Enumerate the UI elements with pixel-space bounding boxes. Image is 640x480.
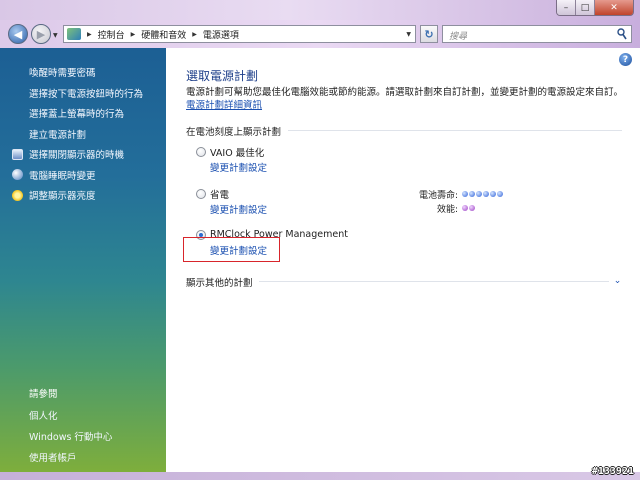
rating-dot — [490, 191, 496, 197]
see-also-title: 請參閱 — [29, 389, 58, 400]
plan-stats: 電池壽命: 效能: — [396, 187, 504, 215]
change-plan-settings-link[interactable]: 變更計劃設定 — [210, 160, 596, 174]
task-label: 選擇關閉顯示器的時機 — [29, 150, 125, 162]
task-create-power-plan[interactable]: 建立電源計劃 — [0, 124, 166, 145]
power-plan-details-link[interactable]: 電源計劃詳細資訊 — [186, 100, 262, 111]
back-button[interactable]: ◀ — [8, 24, 28, 44]
section-label-battery-meter: 在電池刻度上顯示計劃 — [186, 127, 282, 138]
close-button[interactable]: ✕ — [595, 0, 633, 15]
window-controls: – □ ✕ — [556, 0, 634, 16]
show-more-plans[interactable]: 顯示其他的計劃 — [186, 275, 253, 289]
battery-life-rating — [462, 191, 504, 197]
task-list: 喚醒時需要密碼 選擇按下電源按鈕時的行為 選擇蓋上螢幕時的行為 建立電源計劃 選… — [0, 62, 166, 206]
search-icon[interactable] — [617, 28, 627, 40]
section-divider — [288, 130, 622, 131]
search-box[interactable]: 搜尋 — [442, 25, 632, 43]
highlight-annotation — [183, 237, 280, 262]
plan-radio-vaio[interactable] — [196, 146, 206, 157]
help-icon[interactable]: ? — [619, 53, 632, 66]
monitor-icon — [12, 148, 23, 160]
rating-dot — [483, 191, 489, 197]
main-content: ? 選取電源計劃 電源計劃可幫助您最佳化電腦效能或節約能源。請選取計劃來自訂計劃… — [166, 48, 640, 472]
task-power-button-action[interactable]: 選擇按下電源按鈕時的行為 — [0, 83, 166, 104]
navigation-bar: ◀ ▶ ▼ ▶ 控制台 ▶ 硬體和音效 ▶ 電源選項 ▼ ↻ 搜尋 — [0, 20, 640, 48]
performance-row: 效能: — [396, 201, 504, 215]
task-adjust-brightness[interactable]: 調整顯示器亮度 — [0, 185, 166, 206]
address-bar[interactable]: ▶ 控制台 ▶ 硬體和音效 ▶ 電源選項 ▼ — [63, 25, 416, 43]
forward-button[interactable]: ▶ — [31, 24, 51, 44]
maximize-button[interactable]: □ — [576, 0, 595, 15]
chevron-down-icon[interactable]: ⌄ — [612, 275, 623, 286]
rating-dot — [469, 191, 475, 197]
breadcrumb-separator[interactable]: ▶ — [87, 31, 92, 38]
task-lid-close-action[interactable]: 選擇蓋上螢幕時的行為 — [0, 103, 166, 124]
see-also-personalization[interactable]: 個人化 — [0, 404, 166, 425]
see-also-mobility-center[interactable]: Windows 行動中心 — [0, 425, 166, 446]
window-bottom-border — [0, 472, 640, 480]
breadcrumb-control-panel[interactable]: 控制台 — [98, 28, 125, 41]
task-sleep-settings[interactable]: 電腦睡眠時變更 — [0, 165, 166, 186]
plan-radio-power-saver[interactable] — [196, 188, 206, 199]
performance-label: 效能: — [436, 204, 458, 215]
plan-name: VAIO 最佳化 — [210, 147, 265, 159]
rating-dot — [476, 191, 482, 197]
rating-dot — [462, 191, 468, 197]
minimize-button[interactable]: – — [557, 0, 576, 15]
breadcrumb-power-options[interactable]: 電源選項 — [203, 28, 239, 41]
description-text: 電源計劃可幫助您最佳化電腦效能或節約能源。請選取計劃來自訂計劃，並變更計劃的電源… — [186, 87, 624, 98]
title-bar: – □ ✕ — [0, 0, 640, 20]
control-panel-icon — [67, 28, 81, 40]
section-divider — [259, 281, 609, 282]
breadcrumb-separator[interactable]: ▶ — [192, 31, 197, 38]
moon-icon — [12, 169, 23, 181]
battery-life-row: 電池壽命: — [396, 187, 504, 201]
plan-name: 省電 — [210, 189, 230, 201]
task-label: 電腦睡眠時變更 — [29, 170, 96, 182]
search-placeholder: 搜尋 — [449, 32, 468, 42]
battery-life-label: 電池壽命: — [418, 190, 458, 201]
address-dropdown-icon[interactable]: ▼ — [406, 31, 411, 38]
rating-dot — [469, 205, 475, 211]
plan-item: VAIO 最佳化 變更計劃設定 — [196, 145, 596, 174]
task-require-password[interactable]: 喚醒時需要密碼 — [0, 62, 166, 83]
back-arrow-icon: ◀ — [13, 27, 23, 41]
breadcrumb-separator[interactable]: ▶ — [131, 31, 136, 38]
rating-dot — [497, 191, 503, 197]
refresh-button[interactable]: ↻ — [420, 25, 438, 43]
page-title: 選取電源計劃 — [186, 69, 259, 83]
task-pane: 喚醒時需要密碼 選擇按下電源按鈕時的行為 選擇蓋上螢幕時的行為 建立電源計劃 選… — [0, 48, 166, 472]
watermark: #133921 — [591, 466, 634, 477]
rating-dot — [462, 205, 468, 211]
see-also-section: 請參閱 個人化 Windows 行動中心 使用者帳戶 — [0, 382, 166, 467]
task-turn-off-display[interactable]: 選擇關閉顯示器的時機 — [0, 144, 166, 165]
recent-pages-dropdown[interactable]: ▼ — [53, 32, 58, 39]
task-label: 調整顯示器亮度 — [29, 191, 96, 203]
breadcrumb-hardware-sound[interactable]: 硬體和音效 — [141, 28, 186, 41]
see-also-user-accounts[interactable]: 使用者帳戶 — [0, 446, 166, 467]
forward-arrow-icon: ▶ — [36, 27, 46, 41]
page-description: 電源計劃可幫助您最佳化電腦效能或節約能源。請選取計劃來自訂計劃，並變更計劃的電源… — [186, 86, 626, 112]
sun-icon — [12, 189, 23, 201]
performance-rating — [462, 205, 476, 211]
